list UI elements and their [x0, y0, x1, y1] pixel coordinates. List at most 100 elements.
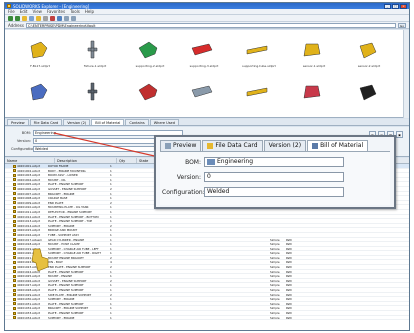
address-field[interactable]: C:\ENTERPRISE\PDM\Engineering\Vault [25, 22, 396, 28]
cell-published: Path [286, 292, 293, 297]
cell-name-text: 40201011.sldprt [17, 209, 41, 214]
cell-description: MOUNT - OIL [48, 177, 66, 182]
callout-tab-file-data-card[interactable]: File Data Card [202, 140, 263, 151]
cell-state: Simple [270, 251, 280, 255]
callout-tab-bill-of-material[interactable]: Bill of Material [307, 140, 369, 151]
callout-configuration-label: Configuration: [162, 188, 205, 196]
cell-state: Simple [270, 311, 280, 315]
cell-published: Path [286, 246, 293, 251]
cell-published: Path [286, 288, 293, 292]
paste-icon[interactable] [71, 15, 76, 21]
bom-icon [312, 143, 319, 149]
menu-edit[interactable]: Edit [20, 9, 28, 14]
search-icon[interactable] [29, 15, 34, 21]
cell-qty: 1 [110, 228, 112, 232]
callout-version-field[interactable]: 0 [204, 172, 344, 182]
part-thumbnail-icon [303, 43, 321, 57]
thumbnail-item[interactable] [183, 76, 223, 116]
menu-help[interactable]: Help [85, 9, 94, 14]
thumbnail-item[interactable]: F-BL17.sldprt [19, 34, 59, 74]
thumbnail-item[interactable] [238, 76, 278, 116]
callout-bom-field[interactable]: Engineering [204, 157, 344, 167]
part-thumbnail-icon [191, 43, 213, 56]
cell-description: SIDE PLATE - ENGINE SUPPORT [48, 292, 92, 297]
cell-published: Path [286, 269, 293, 274]
cell-name-text: 40201027.sldprt [17, 283, 41, 288]
cell-description: TUBE - SUPPORT ASSY [48, 232, 80, 237]
thumbnail-item[interactable]: supporting-3.sldprt [183, 34, 223, 74]
back-icon[interactable] [8, 15, 13, 21]
part-file-icon [13, 164, 16, 168]
thumbnail-item[interactable] [293, 76, 333, 116]
cell-name: 40201011.sldprt [5, 210, 47, 214]
thumbnail-item[interactable] [348, 76, 388, 116]
menu-tools[interactable]: Tools [70, 9, 80, 14]
part-file-icon [13, 274, 16, 278]
cell-published: Path [286, 306, 293, 310]
callout-tab-version[interactable]: Version (2) [263, 140, 307, 151]
cell-published: Path [286, 260, 293, 265]
properties-icon[interactable] [57, 15, 62, 21]
thumbnail-item[interactable]: fixture-1.sldprt [74, 34, 114, 74]
cell-qty: 4 [110, 260, 112, 265]
cell-qty: 1 [110, 205, 112, 209]
copy-icon[interactable] [64, 15, 69, 21]
part-file-icon [13, 288, 16, 292]
part-file-icon [13, 228, 16, 232]
cell-qty: 1 [110, 274, 112, 278]
part-file-icon [13, 293, 16, 297]
delete-icon[interactable] [50, 15, 55, 21]
menu-file[interactable]: File [8, 9, 15, 14]
menu-view[interactable]: View [32, 9, 42, 14]
cell-description: PLATE - ENGINE SUPPORT [48, 311, 84, 315]
callout-tab-preview-label: Preview [173, 142, 197, 149]
cell-state [269, 210, 285, 214]
thumbnail-item[interactable] [129, 76, 169, 116]
tab-version[interactable]: Version (2) [63, 119, 91, 125]
part-file-icon [13, 265, 16, 269]
up-folder-icon[interactable] [22, 15, 27, 21]
menu-favorites[interactable]: Favorites [47, 9, 65, 14]
close-button[interactable]: × [400, 3, 407, 9]
thumbnail-item[interactable] [19, 76, 59, 116]
cell-qty: 1 [110, 214, 112, 219]
cell-state: Simple [270, 292, 280, 297]
part-file-icon [13, 242, 16, 246]
part-file-icon [13, 256, 16, 260]
cell-description: END PLATE - ENGINE SUPPORT [48, 265, 91, 269]
address-label: Address [8, 22, 24, 28]
part-file-icon [13, 283, 16, 287]
column-name[interactable]: Name [5, 158, 55, 163]
save-icon[interactable]: ▣ [396, 131, 403, 138]
cell-state: Simple [270, 265, 280, 269]
go-button[interactable]: Go [398, 22, 406, 28]
tab-contains[interactable]: Contains [125, 119, 149, 125]
cell-qty: 2 [110, 223, 112, 228]
tab-preview[interactable]: Preview [7, 119, 29, 125]
forward-icon[interactable] [15, 15, 20, 21]
views-icon[interactable] [43, 15, 48, 21]
column-qty[interactable]: Qty [117, 158, 137, 163]
cell-state: Simple [270, 242, 280, 246]
callout-tab-preview[interactable]: Preview [160, 140, 202, 151]
cell-qty: 1 [110, 191, 112, 196]
tab-file-data-card[interactable]: File Data Card [29, 119, 63, 125]
cell-state: Simple [270, 306, 280, 310]
minimize-button[interactable]: _ [384, 3, 391, 9]
thumbnail-item[interactable]: supporting-2.sldprt [129, 34, 169, 74]
maximize-button[interactable]: □ [392, 3, 399, 9]
tab-where-used[interactable]: Where Used [149, 119, 179, 125]
callout-configuration-field[interactable]: Welded [204, 187, 344, 197]
cell-qty: 2 [110, 292, 112, 297]
thumbnail-item[interactable]: sensor-2.sldprt [348, 34, 388, 74]
folders-icon[interactable] [36, 15, 41, 21]
thumbnail-item[interactable]: sensor-1.sldprt [293, 34, 333, 74]
version-label: Version: [16, 139, 31, 143]
thumbnail-item[interactable]: supporting-tube.sldprt [238, 34, 278, 74]
table-row[interactable]: 40201034.sldprt SUPPORT - ENGINE 1 Simple Pa… [5, 316, 409, 321]
thumbnail-scrollbar[interactable] [403, 30, 409, 118]
column-description[interactable]: Description [55, 158, 117, 163]
tab-bill-of-material[interactable]: Bill of Material [91, 119, 125, 125]
part-file-icon [13, 215, 16, 219]
thumbnail-item[interactable] [74, 76, 114, 116]
